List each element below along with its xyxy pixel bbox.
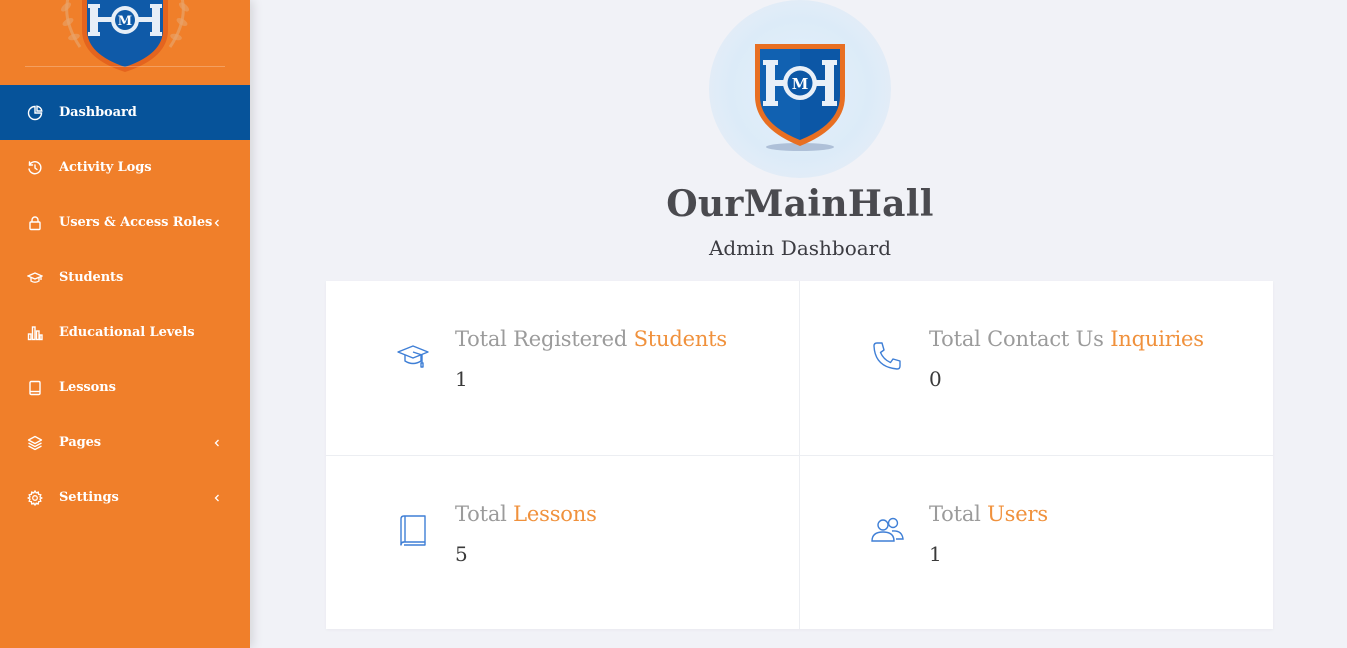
sidebar-item-label: Activity Logs (59, 160, 152, 175)
stat-value: 1 (929, 542, 942, 566)
shield-logo-icon: M (755, 44, 845, 151)
stat-total-students: Total Registered Students 1 (326, 281, 799, 455)
sidebar-item-label: Educational Levels (59, 325, 195, 340)
stats-panel: Total Registered Students 1 Total Contac… (326, 281, 1273, 629)
stat-title: Total Contact Us Inquiries (929, 327, 1204, 351)
stat-total-inquiries: Total Contact Us Inquiries 0 (800, 281, 1273, 455)
phone-icon (873, 342, 901, 370)
sidebar: M Dashboard Activity Logs Users & Access… (0, 0, 250, 648)
sidebar-item-lessons[interactable]: Lessons (0, 360, 250, 415)
users-icon (871, 517, 904, 542)
sidebar-item-label: Dashboard (59, 105, 137, 120)
lock-icon (26, 214, 44, 232)
stat-total-lessons: Total Lessons 5 (326, 456, 799, 630)
sidebar-item-label: Students (59, 270, 124, 285)
chevron-left-icon (214, 219, 219, 226)
page-subtitle: Admin Dashboard (708, 236, 892, 260)
sidebar-logo-divider (25, 66, 225, 67)
stat-title: Total Lessons (455, 502, 597, 526)
sidebar-nav: Dashboard Activity Logs Users & Access R… (0, 85, 250, 525)
sidebar-item-label: Pages (59, 435, 102, 450)
sidebar-item-label: Settings (59, 490, 119, 505)
chevron-left-icon (214, 439, 219, 446)
svg-text:M: M (792, 75, 809, 93)
sidebar-item-users-access-roles[interactable]: Users & Access Roles (0, 195, 250, 250)
graduation-cap-icon (397, 345, 429, 368)
stat-total-users: Total Users 1 (800, 456, 1273, 630)
sidebar-item-educational-levels[interactable]: Educational Levels (0, 305, 250, 360)
svg-text:M: M (118, 14, 132, 29)
app-title: OurMainHall (666, 183, 934, 225)
stat-value: 5 (455, 542, 468, 566)
stat-title: Total Users (929, 502, 1048, 526)
laurel-shield-logo-icon: M (61, 0, 189, 72)
bar-chart-icon (26, 324, 44, 342)
layers-icon (26, 434, 44, 452)
pie-chart-icon (26, 104, 44, 122)
book-icon (26, 379, 44, 397)
sidebar-item-students[interactable]: Students (0, 250, 250, 305)
sidebar-item-label: Users & Access Roles (59, 215, 213, 230)
history-icon (26, 159, 44, 177)
sidebar-item-pages[interactable]: Pages (0, 415, 250, 470)
chevron-left-icon (214, 494, 219, 501)
graduation-cap-icon (26, 269, 44, 287)
sidebar-logo[interactable]: M (0, 0, 250, 85)
sidebar-item-settings[interactable]: Settings (0, 470, 250, 525)
book-icon (400, 515, 426, 546)
sidebar-item-activity-logs[interactable]: Activity Logs (0, 140, 250, 195)
sidebar-item-label: Lessons (59, 380, 116, 395)
gear-icon (26, 489, 44, 507)
stat-title: Total Registered Students (455, 327, 727, 351)
stat-value: 1 (455, 367, 468, 391)
stat-value: 0 (929, 367, 942, 391)
sidebar-item-dashboard[interactable]: Dashboard (0, 85, 250, 140)
